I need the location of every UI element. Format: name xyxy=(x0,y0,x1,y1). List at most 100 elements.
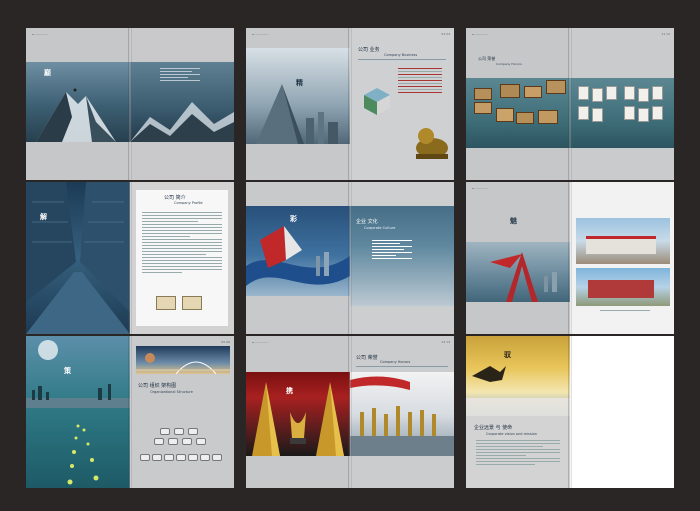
building-icon xyxy=(256,84,338,144)
divider xyxy=(356,366,448,367)
section-caption: 携 xyxy=(286,386,293,395)
page-right xyxy=(570,182,674,334)
spine xyxy=(128,336,132,488)
certificate-thumb xyxy=(156,296,176,310)
page-left: 驭 企业远景 与 使命 Corporate vision and mission xyxy=(466,336,570,488)
page-left: 策 xyxy=(26,336,130,488)
section-title-cn: 公司 荣誉 xyxy=(478,56,496,61)
spread-company-profile[interactable]: 解 公司 简介 Company Profile xyxy=(26,182,234,334)
catalog-sheet: { "colors": { "background": "#2b2626", "… xyxy=(0,0,700,511)
spread-corporate-culture[interactable]: 彩 企业 文化 Corporate Culture xyxy=(246,182,454,334)
header-logo: ▰ ───────── xyxy=(472,187,489,190)
lion-statue-icon xyxy=(416,128,448,159)
spread-mountain-cover[interactable]: ▰ ───────── 巅 xyxy=(26,28,234,180)
profile-body-text xyxy=(142,212,222,275)
page-right: 11 12 xyxy=(570,28,674,180)
page-right-blank xyxy=(570,336,674,488)
section-title-cn: 企业远景 与 使命 xyxy=(474,425,513,431)
page-number: 11 12 xyxy=(661,32,670,36)
spread-company-business[interactable]: ▰ ───────── 精 03 04 公司 业务 Company Busine… xyxy=(246,28,454,180)
page-left: ▰ ───────── 公司 荣誉 Company Honors xyxy=(466,28,570,180)
page-left: 彩 xyxy=(246,182,350,334)
page-right: 公司 简介 Company Profile xyxy=(130,182,234,334)
spread-organizational-structure[interactable]: 策 05 06 公司 组织 架构图 Organizational Structu… xyxy=(26,336,234,488)
spread-vision-mission[interactable]: 驭 企业远景 与 使命 Corporate vision and mission xyxy=(466,336,674,488)
section-caption: 解 xyxy=(40,212,47,221)
section-caption: 精 xyxy=(296,78,303,87)
photo-caption xyxy=(600,310,650,313)
certificate-thumb xyxy=(182,296,202,310)
vision-body-text xyxy=(476,440,560,467)
trophy-photo: 携 xyxy=(246,372,350,456)
spine xyxy=(348,28,352,180)
spine xyxy=(128,28,132,180)
section-caption: 驭 xyxy=(504,350,511,359)
section-title-en: Company Profile xyxy=(174,201,203,205)
award-trophies-icon xyxy=(350,376,454,456)
page-right: 13 14 公司 荣誉 Company Honors xyxy=(350,336,454,488)
mountain-photo-right xyxy=(130,62,234,142)
factory-photo-2 xyxy=(576,268,670,306)
bridge-icon xyxy=(136,353,230,375)
ribbon-sculpture-icon xyxy=(246,226,350,286)
skyscraper-photo: 精 xyxy=(246,48,350,144)
spine xyxy=(568,336,572,488)
spread-company-honors-1[interactable]: ▰ ───────── 公司 荣誉 Company Honors 11 12 xyxy=(466,28,674,180)
red-sculpture-icon xyxy=(490,252,557,302)
section-title-cn: 公司 组织 架构图 xyxy=(138,383,177,389)
culture-photo: 彩 xyxy=(246,206,350,296)
awards-photo xyxy=(350,372,454,456)
page-left: ▰ ───────── 精 xyxy=(246,28,350,180)
sunrise-sea-icon xyxy=(26,340,130,485)
spine xyxy=(348,182,352,334)
section-caption: 彩 xyxy=(290,214,297,223)
section-title-cn: 公司 简介 xyxy=(164,195,186,201)
header-logo: ▰ ───────── xyxy=(252,341,269,344)
section-caption: 魅 xyxy=(510,216,517,225)
cover-caption: 巅 xyxy=(44,68,51,77)
section-title-cn: 企业 文化 xyxy=(356,219,378,225)
page-left: ▰ ───────── 魅 xyxy=(466,182,570,334)
rubiks-cube-icon xyxy=(364,88,390,115)
header-logo: ▰ ───────── xyxy=(472,33,489,36)
header-logo: ▰ ───────── xyxy=(32,33,49,36)
skyscrapers-upward-icon xyxy=(26,182,130,334)
page-left: 解 xyxy=(26,182,130,334)
header-logo: ▰ ───────── xyxy=(252,33,269,36)
culture-list xyxy=(372,240,412,261)
page-number: 03 04 xyxy=(441,32,450,36)
section-title-cn: 公司 荣誉 xyxy=(356,355,378,361)
mountain-peaks-icon xyxy=(36,88,116,142)
divider xyxy=(358,59,446,60)
spine xyxy=(568,28,572,180)
page-right: 03 04 公司 业务 Company Business xyxy=(350,28,454,180)
page-left: ▰ ───────── 携 xyxy=(246,336,350,488)
spine xyxy=(128,182,132,334)
section-title-en: Company Honors xyxy=(496,62,522,66)
page-number: 05 06 xyxy=(221,340,230,344)
section-title-en: Corporate vision and mission xyxy=(486,432,537,436)
business-list xyxy=(398,68,442,95)
mountain-photo: 巅 xyxy=(26,62,130,142)
section-title-cn: 公司 业务 xyxy=(358,47,380,53)
section-title-en: Organizational Structure xyxy=(150,390,193,394)
page-right: 05 06 公司 组织 架构图 Organizational Structure xyxy=(130,336,234,488)
section-title-en: Company Honors xyxy=(380,360,411,364)
section-title-en: Company Business xyxy=(384,53,418,57)
section-title-en: Corporate Culture xyxy=(364,226,396,230)
harbor-photo xyxy=(466,242,570,302)
page-right xyxy=(130,28,234,180)
factory-photo-1 xyxy=(576,218,670,264)
sunset-eagle-photo: 驭 xyxy=(466,336,570,416)
page-left: ▰ ───────── 巅 xyxy=(26,28,130,180)
page-right: 企业 文化 Corporate Culture xyxy=(350,182,454,334)
spine xyxy=(568,182,572,334)
spread-facility-photos[interactable]: ▰ ───────── 魅 xyxy=(466,182,674,334)
section-caption: 策 xyxy=(64,366,71,375)
eagle-icon xyxy=(466,366,570,416)
spread-company-honors-2[interactable]: ▰ ───────── 携 13 14 公司 荣誉 Company Honors xyxy=(246,336,454,488)
page-number: 13 14 xyxy=(441,340,450,344)
trophy-icon xyxy=(252,382,344,456)
spine xyxy=(348,336,352,488)
cover-text-lines xyxy=(160,68,200,83)
